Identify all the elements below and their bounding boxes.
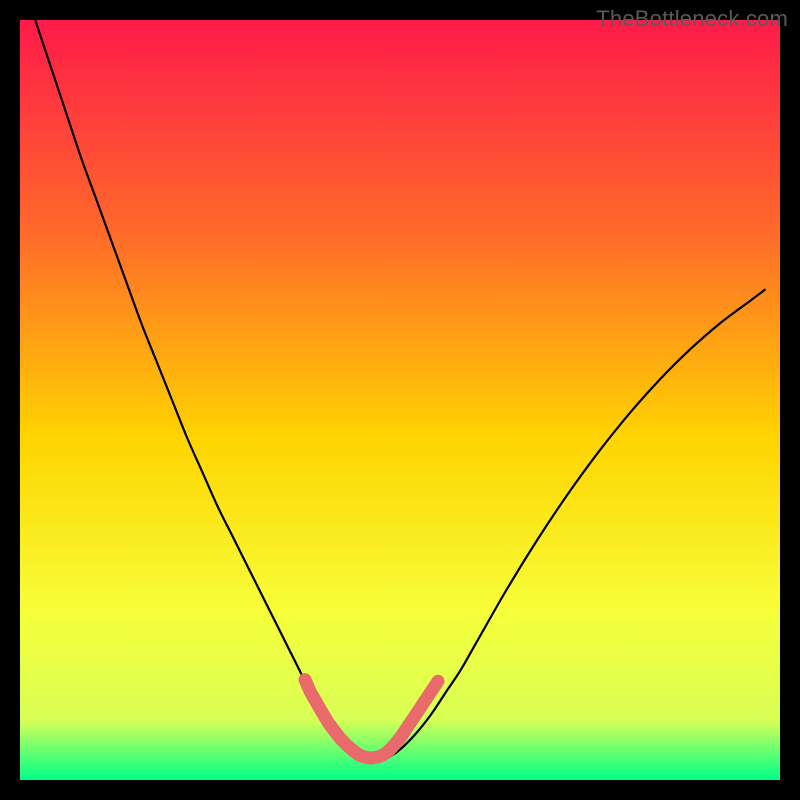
bottleneck-plot xyxy=(0,0,800,800)
highlight-dot xyxy=(432,675,444,687)
watermark-text: TheBottleneck.com xyxy=(596,6,788,32)
highlight-dot xyxy=(310,696,322,708)
chart-stage: TheBottleneck.com xyxy=(0,0,800,800)
highlight-dot xyxy=(304,686,316,698)
gradient-panel xyxy=(20,20,780,780)
highlight-dot xyxy=(299,674,311,686)
